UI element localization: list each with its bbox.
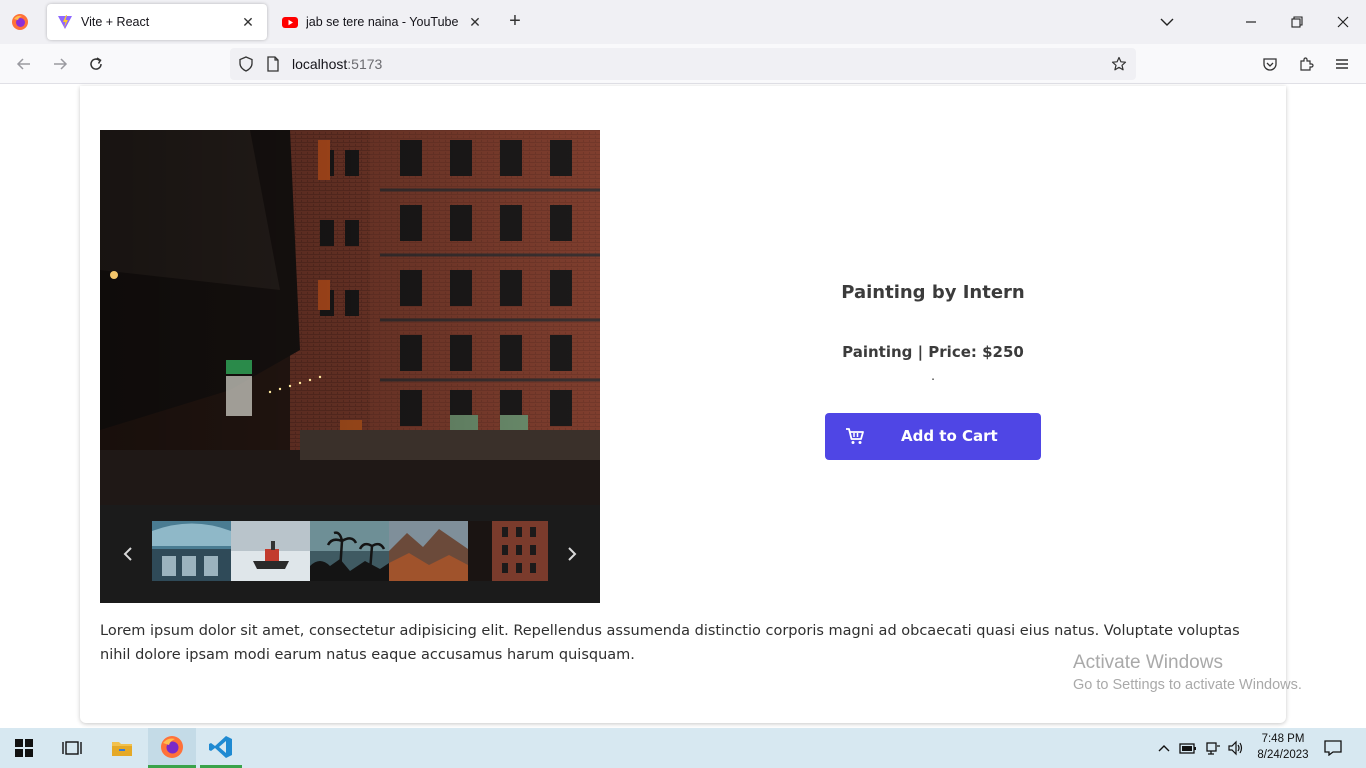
forward-arrow-icon [54, 58, 68, 70]
tab-youtube[interactable]: jab se tere naina - YouTube ✕ [272, 4, 494, 40]
bookmark-star-icon[interactable] [1108, 53, 1130, 75]
airplane-cabin-photo-icon [152, 521, 231, 581]
gallery-next-button[interactable] [561, 541, 583, 567]
list-all-tabs-icon[interactable] [1155, 10, 1179, 34]
tab-bar: Vite + React ✕ jab se tere naina - YouTu… [0, 0, 1366, 44]
app-menu-button[interactable] [1330, 52, 1354, 76]
main-product-image[interactable] [100, 130, 600, 505]
folder-icon [112, 742, 132, 756]
clock-time: 7:48 PM [1261, 733, 1305, 745]
thumbnail-2[interactable] [231, 521, 310, 581]
pocket-icon [1263, 58, 1277, 71]
forward-button[interactable] [48, 52, 72, 76]
chevron-left-icon [123, 547, 132, 561]
product-category-price: Painting | Price: $250 [842, 343, 1024, 361]
tab-vite-react[interactable]: Vite + React ✕ [47, 4, 267, 40]
reload-button[interactable] [84, 52, 108, 76]
chevron-up-icon [1158, 745, 1170, 752]
battery-icon [1179, 743, 1196, 754]
thumbnail-4[interactable] [389, 521, 468, 581]
volume-tray-icon[interactable] [1226, 738, 1246, 758]
firefox-taskbar-button[interactable] [148, 728, 196, 768]
speaker-icon [1228, 740, 1243, 756]
brick-building-photo-icon [100, 130, 600, 505]
thumbnail-3[interactable] [310, 521, 389, 581]
puzzle-piece-icon [1300, 57, 1314, 71]
firefox-icon [161, 735, 183, 758]
thumbnail-strip [100, 505, 600, 603]
file-explorer-button[interactable] [102, 728, 142, 768]
action-center-button[interactable] [1323, 738, 1343, 758]
close-window-button[interactable] [1331, 10, 1355, 34]
task-view-icon [62, 741, 82, 755]
windows-logo-icon [15, 739, 33, 757]
notification-icon [1324, 740, 1342, 756]
image-gallery [100, 130, 600, 603]
brick-building-photo-icon [468, 521, 548, 581]
product-title: Painting by Intern [841, 282, 1025, 303]
start-button[interactable] [4, 728, 44, 768]
clock-date: 8/24/2023 [1257, 749, 1309, 761]
network-icon [1206, 742, 1220, 755]
chevron-right-icon [568, 547, 577, 561]
product-info: Painting by Intern Painting | Price: $25… [825, 282, 1041, 460]
icebreaker-ship-photo-icon [231, 521, 310, 581]
show-hidden-icons-button[interactable] [1154, 738, 1174, 758]
youtube-icon [282, 14, 298, 30]
tracking-protection-shield-icon[interactable] [235, 53, 257, 75]
url-port: :5173 [347, 56, 383, 72]
vscode-icon [209, 735, 232, 758]
palm-trees-photo-icon [310, 521, 389, 581]
taskbar-clock[interactable]: 7:48 PM 8/24/2023 [1250, 731, 1316, 763]
page-info-icon[interactable] [262, 53, 284, 75]
address-bar[interactable]: localhost:5173 [230, 48, 1136, 80]
tab-title: jab se tere naina - YouTube [306, 15, 459, 29]
reload-icon [90, 57, 102, 70]
mountain-valley-photo-icon [389, 521, 468, 581]
url-text: localhost:5173 [292, 56, 382, 72]
firefox-icon [12, 14, 28, 30]
product-card: Painting by Intern Painting | Price: $25… [80, 86, 1286, 723]
back-arrow-icon [16, 58, 30, 70]
battery-tray-icon[interactable] [1178, 738, 1198, 758]
minimize-button[interactable] [1239, 10, 1263, 34]
tab-title: Vite + React [81, 15, 150, 29]
add-to-cart-label: Add to Cart [901, 427, 998, 445]
product-separator-dot: . [931, 369, 935, 383]
shopping-cart-icon [846, 428, 864, 444]
back-button[interactable] [12, 52, 36, 76]
gallery-prev-button[interactable] [117, 541, 139, 567]
restore-button[interactable] [1285, 10, 1309, 34]
close-tab-icon[interactable]: ✕ [239, 13, 257, 31]
activate-windows-watermark: Activate Windows Go to Settings to activ… [1073, 652, 1302, 693]
task-view-button[interactable] [52, 728, 92, 768]
network-tray-icon[interactable] [1203, 738, 1223, 758]
watermark-title: Activate Windows [1073, 652, 1223, 673]
thumbnail-1[interactable] [152, 521, 231, 581]
watermark-subtitle: Go to Settings to activate Windows. [1073, 677, 1302, 693]
hamburger-menu-icon [1336, 59, 1348, 69]
new-tab-button[interactable]: + [504, 10, 526, 32]
vite-icon [57, 14, 73, 30]
url-host: localhost [292, 56, 348, 72]
vscode-taskbar-button[interactable] [200, 728, 242, 768]
thumbnail-5[interactable] [468, 521, 548, 581]
firefox-view-button[interactable] [8, 10, 32, 34]
close-tab-icon[interactable]: ✕ [466, 13, 484, 31]
extensions-button[interactable] [1294, 52, 1318, 76]
windows-taskbar: 7:48 PM 8/24/2023 [0, 728, 1366, 768]
pocket-button[interactable] [1258, 52, 1282, 76]
navigation-toolbar: localhost:5173 [0, 44, 1366, 84]
add-to-cart-button[interactable]: Add to Cart [825, 413, 1041, 460]
